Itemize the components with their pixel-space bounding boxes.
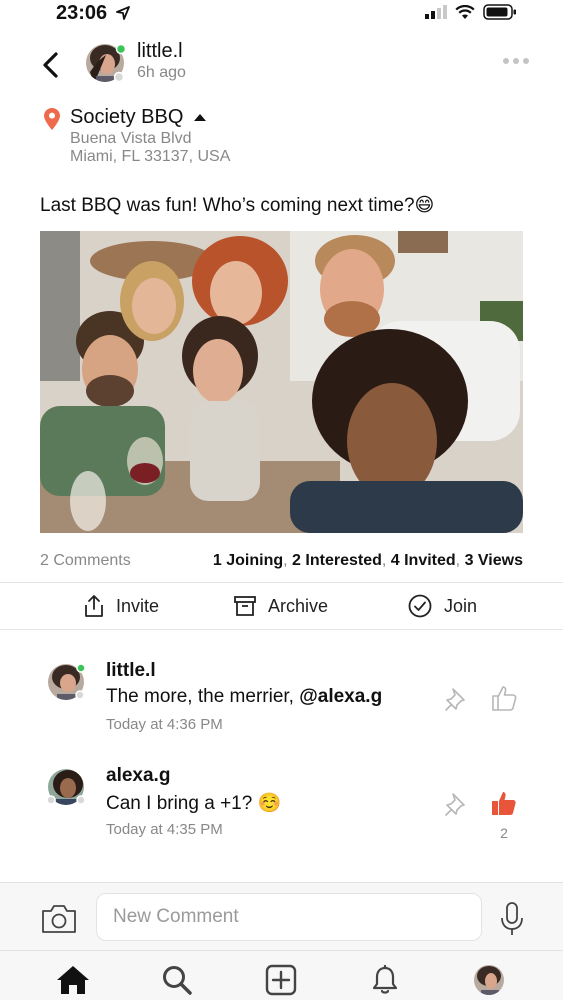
joining-count[interactable]: 1 Joining <box>213 552 283 569</box>
invited-count[interactable]: 4 Invited <box>391 552 456 569</box>
invite-label: Invite <box>116 595 160 616</box>
pin-icon[interactable] <box>444 686 470 712</box>
thumbs-up-filled-icon[interactable] <box>490 789 518 817</box>
post-time: 6h ago <box>137 64 186 81</box>
author-avatar[interactable] <box>84 42 126 84</box>
divider <box>0 629 563 630</box>
profile-avatar <box>474 965 504 995</box>
comment-text: Can I bring a +1? ☺️ <box>106 791 281 815</box>
comment-username[interactable]: alexa.g <box>106 765 170 787</box>
post-stats: 2 Comments 1 Joining, 2 Interested, 4 In… <box>40 552 523 574</box>
stats-separator: , <box>455 552 461 569</box>
more-dot <box>503 58 509 64</box>
wifi-icon <box>455 4 475 19</box>
share-icon <box>85 595 103 617</box>
location-name[interactable]: Society BBQ <box>70 106 183 129</box>
check-circle-icon <box>408 594 432 618</box>
interested-count[interactable]: 2 Interested <box>292 552 382 569</box>
invite-button[interactable]: Invite <box>84 594 159 618</box>
home-icon <box>57 966 89 994</box>
author-username[interactable]: little.l <box>137 40 183 63</box>
tab-search[interactable] <box>160 963 194 997</box>
tab-create[interactable] <box>264 963 298 997</box>
back-button[interactable] <box>38 50 64 80</box>
comment-input[interactable] <box>96 893 482 941</box>
thumbs-up-icon[interactable] <box>490 684 518 712</box>
archive-icon <box>234 596 256 616</box>
caret-up-icon[interactable] <box>194 114 206 121</box>
more-dot <box>513 58 519 64</box>
search-icon <box>163 966 192 995</box>
stats-separator: , <box>381 552 387 569</box>
archive-button[interactable]: Archive <box>234 594 328 618</box>
more-options-button[interactable] <box>503 58 529 66</box>
views-count[interactable]: 3 Views <box>465 552 523 569</box>
commenter-avatar[interactable] <box>46 662 86 702</box>
add-icon <box>265 964 297 996</box>
post-photo[interactable] <box>40 231 523 533</box>
battery-icon <box>483 4 516 20</box>
more-dot <box>523 58 529 64</box>
comment-item: alexa.g Can I bring a +1? ☺️ Today at 4:… <box>0 765 563 857</box>
comment-username[interactable]: little.l <box>106 660 156 682</box>
archive-label: Archive <box>268 595 329 616</box>
pin-icon[interactable] <box>444 791 470 817</box>
address-line-2: Miami, FL 33137, USA <box>70 148 231 165</box>
status-indicators <box>425 4 517 20</box>
status-bar: 23:06 <box>0 0 563 28</box>
comment-item: little.l The more, the merrier, @alexa.g… <box>0 660 563 752</box>
camera-icon[interactable] <box>40 903 78 935</box>
address-line-1: Buena Vista Blvd <box>70 130 192 147</box>
engagement-stats: 1 Joining, 2 Interested, 4 Invited, 3 Vi… <box>213 552 523 570</box>
post-header: little.l 6h ago <box>0 36 563 92</box>
join-label: Join <box>444 595 478 616</box>
comments-count[interactable]: 2 Comments <box>40 552 131 570</box>
status-time: 23:06 <box>56 2 108 24</box>
location-arrow-icon <box>116 6 130 20</box>
comment-body: The more, the merrier, <box>106 686 300 707</box>
post-caption: Last BBQ was fun! Who’s coming next time… <box>40 195 435 216</box>
stats-separator: , <box>283 552 288 569</box>
microphone-icon[interactable] <box>500 901 524 937</box>
location-pin-icon <box>44 108 60 130</box>
join-button[interactable]: Join <box>408 594 477 618</box>
tab-bar <box>0 950 563 1000</box>
commenter-avatar[interactable] <box>46 767 86 807</box>
bell-icon <box>372 965 398 994</box>
comment-body: Can I bring a +1? ☺️ <box>106 793 282 814</box>
cellular-signal-icon <box>425 5 447 19</box>
tab-notifications[interactable] <box>368 963 402 997</box>
comment-time: Today at 4:36 PM <box>106 716 223 733</box>
divider <box>0 582 563 583</box>
comment-composer <box>0 882 563 950</box>
mention-link[interactable]: @alexa.g <box>299 686 382 707</box>
comment-time: Today at 4:35 PM <box>106 821 223 838</box>
tab-home[interactable] <box>56 963 90 997</box>
like-count: 2 <box>500 825 508 841</box>
tab-profile[interactable] <box>472 963 506 997</box>
comment-text: The more, the merrier, @alexa.g <box>106 686 382 708</box>
